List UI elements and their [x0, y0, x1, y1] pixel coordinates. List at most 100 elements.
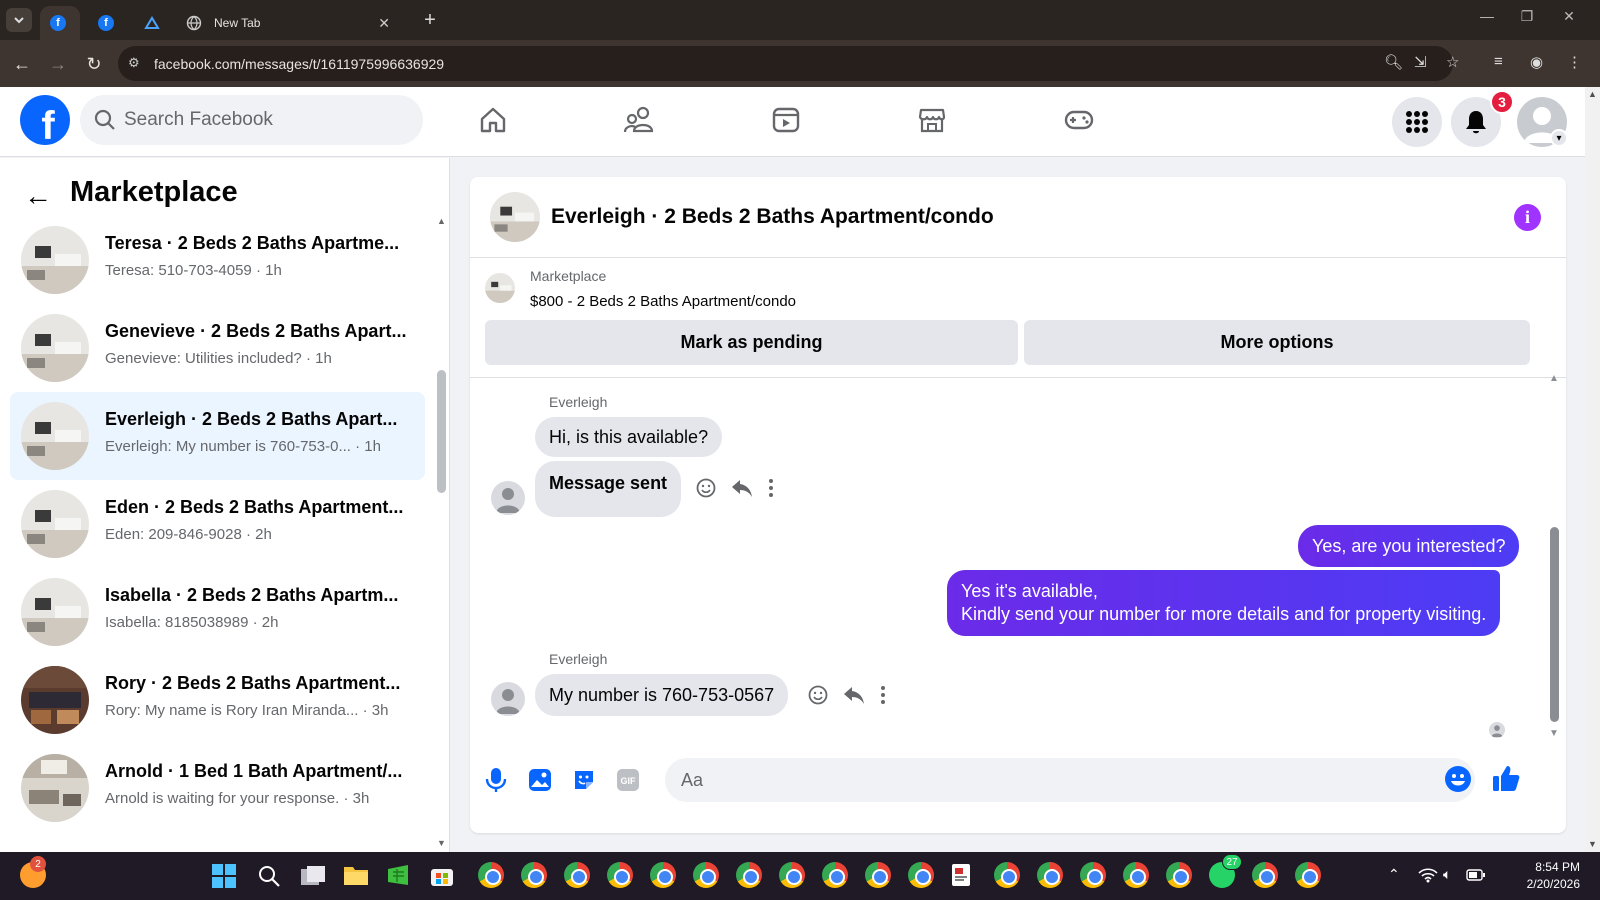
message-bubble-incoming[interactable]: My number is 760-753-0567 [535, 674, 789, 716]
react-emoji-icon[interactable] [807, 684, 829, 706]
more-dots-icon[interactable] [879, 685, 887, 705]
message-bubble-outgoing[interactable]: Yes, are you interested? [1298, 525, 1520, 567]
task-view-button[interactable] [300, 864, 326, 893]
conversation-item[interactable]: Isabella · 2 Beds 2 Baths Apartm... Isab… [10, 568, 425, 656]
chrome-icon[interactable] [693, 862, 719, 888]
zoom-icon[interactable]: 🔍︎ [1384, 53, 1403, 71]
facebook-logo[interactable]: f [20, 95, 70, 145]
start-button[interactable] [212, 864, 236, 893]
chrome-icon[interactable] [1123, 862, 1149, 888]
chrome-icon[interactable] [1037, 862, 1063, 888]
scroll-down-arrow[interactable]: ▼ [1549, 728, 1559, 739]
chat-scrollbar[interactable] [1550, 527, 1559, 722]
avatar[interactable] [491, 481, 525, 515]
tab-new-tab[interactable]: New Tab ✕ [176, 6, 400, 40]
chrome-icon[interactable] [607, 862, 633, 888]
more-options-button[interactable]: More options [1024, 320, 1530, 365]
voice-clip-button[interactable] [482, 766, 510, 794]
clock-date[interactable]: 2/20/2026 [1500, 877, 1580, 891]
sticker-button[interactable] [570, 766, 598, 794]
scroll-up-arrow[interactable]: ▲ [1588, 89, 1597, 99]
chrome-icon[interactable] [779, 862, 805, 888]
listing-thumbnail[interactable] [490, 192, 540, 242]
info-icon[interactable]: i [1514, 204, 1541, 231]
gif-button[interactable]: GIF [614, 766, 642, 794]
home-nav[interactable] [476, 103, 510, 137]
site-info-icon[interactable]: ⚙ [128, 55, 140, 71]
chevron-up-icon[interactable]: ⌃ [1388, 866, 1400, 883]
sidebar-scrollbar[interactable] [437, 370, 446, 493]
close-window-button[interactable]: ✕ [1554, 8, 1584, 25]
scroll-down-arrow[interactable]: ▼ [437, 838, 446, 848]
menu-button[interactable] [1392, 97, 1442, 147]
chrome-icon[interactable] [1295, 862, 1321, 888]
forward-button[interactable]: → [46, 52, 70, 76]
search-button[interactable] [257, 864, 281, 893]
chevron-down-icon[interactable]: ▾ [1550, 129, 1568, 147]
listing-price[interactable]: $800 - 2 Beds 2 Baths Apartment/condo [530, 293, 796, 310]
like-button[interactable] [1491, 763, 1521, 798]
address-bar[interactable]: ⚙ facebook.com/messages/t/16119759966369… [118, 46, 1453, 81]
page-scrollbar[interactable]: ▲ ▼ [1585, 87, 1600, 852]
tab-app[interactable] [134, 6, 174, 40]
chrome-icon[interactable] [736, 862, 762, 888]
search-input[interactable]: Search Facebook [80, 95, 423, 145]
chrome-icon[interactable] [1166, 862, 1192, 888]
chrome-icon[interactable] [1252, 862, 1278, 888]
video-nav[interactable] [769, 103, 803, 137]
message-bubble-incoming[interactable]: Message sent [535, 461, 682, 517]
menu-dots-icon[interactable]: ⋮ [1567, 53, 1582, 71]
scroll-down-arrow[interactable]: ▼ [1588, 839, 1597, 849]
react-emoji-icon[interactable] [695, 477, 717, 499]
bookmark-star-icon[interactable]: ☆ [1446, 53, 1459, 71]
chrome-icon[interactable] [822, 862, 848, 888]
listing-thumbnail[interactable] [485, 273, 515, 303]
maximize-button[interactable]: ❐ [1512, 8, 1542, 25]
file-explorer-button[interactable] [343, 863, 369, 892]
reply-icon[interactable] [843, 685, 865, 705]
tab-search-button[interactable] [6, 8, 32, 32]
clock-time[interactable]: 8:54 PM [1500, 860, 1580, 874]
conversation-item[interactable]: Eden · 2 Beds 2 Baths Apartment... Eden:… [10, 480, 425, 568]
chrome-icon[interactable] [1080, 862, 1106, 888]
conversation-item[interactable]: Genevieve · 2 Beds 2 Baths Apart... Gene… [10, 304, 425, 392]
emoji-button[interactable] [1444, 765, 1472, 798]
chat-title[interactable]: Everleigh · 2 Beds 2 Baths Apartment/con… [551, 205, 994, 229]
profile-icon[interactable]: ◉ [1530, 53, 1543, 71]
reload-button[interactable]: ↻ [82, 52, 106, 76]
chrome-icon[interactable] [478, 862, 504, 888]
conversation-item-active[interactable]: Everleigh · 2 Beds 2 Baths Apart... Ever… [10, 392, 425, 480]
conversation-item[interactable]: Teresa · 2 Beds 2 Baths Apartme... Teres… [10, 216, 425, 304]
new-tab-button[interactable]: + [418, 8, 442, 32]
tab-facebook-2[interactable]: f [88, 6, 128, 40]
friends-nav[interactable] [622, 103, 656, 137]
message-input[interactable]: Aa [665, 758, 1475, 802]
mark-as-pending-button[interactable]: Mark as pending [485, 320, 1018, 365]
app-button[interactable] [950, 863, 974, 892]
tab-facebook-1[interactable]: f [40, 6, 80, 40]
chrome-icon[interactable] [564, 862, 590, 888]
more-dots-icon[interactable] [767, 478, 775, 498]
attach-photo-button[interactable] [526, 766, 554, 794]
wifi-icon[interactable] [1418, 867, 1438, 888]
chrome-icon[interactable] [521, 862, 547, 888]
reply-icon[interactable] [731, 478, 753, 498]
install-icon[interactable]: ⇲ [1414, 53, 1427, 71]
back-button[interactable]: ← [10, 52, 34, 76]
chrome-icon[interactable] [865, 862, 891, 888]
message-bubble-outgoing[interactable]: Yes it's available, Kindly send your num… [947, 570, 1501, 636]
scroll-up-arrow[interactable]: ▲ [437, 216, 446, 226]
chrome-icon[interactable] [908, 862, 934, 888]
chrome-icon[interactable] [994, 862, 1020, 888]
store-button[interactable] [430, 863, 454, 892]
battery-icon[interactable] [1466, 868, 1486, 887]
minimize-button[interactable]: — [1472, 8, 1502, 24]
media-icon[interactable]: ≡ [1494, 53, 1503, 70]
gaming-nav[interactable] [1062, 103, 1096, 137]
avatar[interactable] [491, 682, 525, 716]
message-bubble-incoming[interactable]: Hi, is this available? [535, 417, 723, 457]
chrome-icon[interactable] [650, 862, 676, 888]
app-button[interactable] [386, 863, 412, 892]
conversation-item[interactable]: Rory · 2 Beds 2 Baths Apartment... Rory:… [10, 656, 425, 744]
close-icon[interactable]: ✕ [378, 15, 390, 32]
